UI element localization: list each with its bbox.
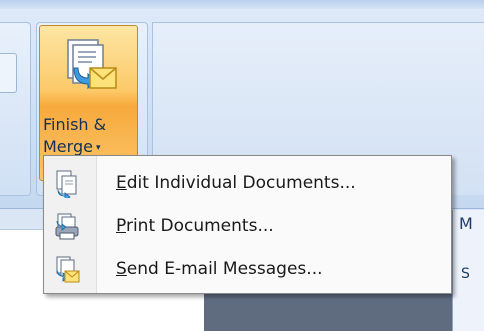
- finish-and-merge-label-line1: Finish &: [43, 115, 107, 134]
- print-documents-icon: [55, 213, 79, 240]
- ribbon-group-left: [0, 22, 31, 196]
- chevron-down-icon: ▾: [95, 143, 101, 153]
- menu-item-label: Send E-mail Messages...: [116, 259, 323, 279]
- side-pane-label: S: [461, 266, 470, 282]
- ribbon-top-edge: [0, 0, 484, 9]
- finish-merge-icon: [67, 39, 117, 90]
- side-task-pane: M S: [452, 210, 484, 331]
- menu-item-send-email-messages[interactable]: Send E-mail Messages...: [46, 250, 449, 290]
- accelerator-key: E: [116, 173, 127, 193]
- finish-merge-dropdown-menu: Edit Individual Documents... Print Docum…: [43, 155, 452, 294]
- menu-item-text: dit Individual Documents...: [126, 173, 356, 193]
- ribbon-group-left-button[interactable]: [0, 53, 17, 93]
- edit-documents-icon: [56, 170, 77, 198]
- menu-item-label: Print Documents...: [116, 216, 274, 236]
- menu-item-label: Edit Individual Documents...: [116, 173, 356, 193]
- menu-item-text: end E-mail Messages...: [126, 259, 323, 279]
- email-messages-icon: [56, 256, 80, 283]
- side-pane-title: M: [459, 214, 473, 233]
- finish-and-merge-label: Finish & Merge ▾: [43, 114, 135, 161]
- menu-item-edit-individual-documents[interactable]: Edit Individual Documents...: [46, 164, 449, 204]
- accelerator-key: S: [116, 259, 127, 279]
- accelerator-key: P: [116, 216, 126, 236]
- menu-item-print-documents[interactable]: Print Documents...: [46, 207, 449, 247]
- merge-text: Merge: [43, 137, 93, 156]
- menu-item-text: rint Documents...: [125, 216, 274, 236]
